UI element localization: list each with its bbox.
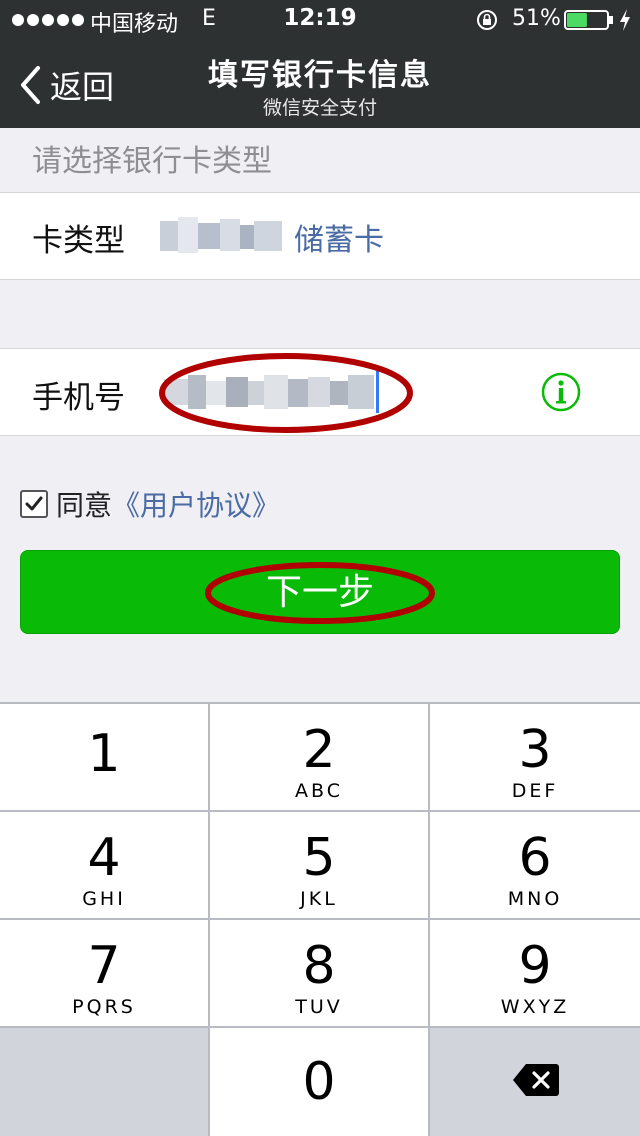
battery-percent: 51% xyxy=(512,6,561,31)
status-bar: 中国移动 E 12:19 51% xyxy=(0,0,640,40)
section-header: 请选择银行卡类型 xyxy=(32,144,272,179)
bank-name-redacted xyxy=(160,217,282,255)
page-subtitle: 微信安全支付 xyxy=(262,97,377,119)
page-title: 填写银行卡信息 xyxy=(208,58,432,93)
agreement-checkbox[interactable] xyxy=(20,490,48,518)
key-blank xyxy=(0,1028,208,1136)
key-8[interactable]: 8 TUV xyxy=(210,920,428,1026)
top-bar: 中国移动 E 12:19 51% 返回 填写银行卡信息 微信安全支付 xyxy=(0,0,640,128)
key-5[interactable]: 5 JKL xyxy=(210,812,428,918)
card-type-value: 储蓄卡 xyxy=(294,223,384,258)
card-type-label: 卡类型 xyxy=(32,223,125,259)
key-delete[interactable] xyxy=(430,1028,640,1136)
key-digit: 9 xyxy=(518,936,552,996)
agreement-prefix: 同意 xyxy=(56,489,113,522)
key-letters: JKL xyxy=(300,888,338,910)
key-2[interactable]: 2 ABC xyxy=(210,704,428,810)
phone-label: 手机号 xyxy=(32,380,125,416)
key-letters: PQRS xyxy=(72,996,136,1018)
numeric-keypad: 1 2 ABC 3 DEF 4 GHI 5 JKL 6 MNO 7 PQRS 8… xyxy=(0,702,640,1136)
key-digit: 2 xyxy=(302,720,336,780)
agreement-row: 同意 《用户协议》 xyxy=(20,484,280,524)
charging-bolt-icon xyxy=(620,9,630,31)
key-6[interactable]: 6 MNO xyxy=(430,812,640,918)
key-letters: DEF xyxy=(511,780,559,802)
key-digit: 8 xyxy=(302,936,336,996)
key-4[interactable]: 4 GHI xyxy=(0,812,208,918)
key-letters: GHI xyxy=(82,888,126,910)
key-digit: 3 xyxy=(518,720,552,780)
user-agreement-link[interactable]: 《用户协议》 xyxy=(112,484,280,524)
phone-number-redacted[interactable] xyxy=(164,375,380,409)
key-digit: 1 xyxy=(87,724,121,784)
card-type-row[interactable]: 卡类型 储蓄卡 xyxy=(0,192,640,280)
info-icon[interactable] xyxy=(540,371,582,413)
key-0[interactable]: 0 xyxy=(210,1028,428,1136)
key-letters: TUV xyxy=(295,996,343,1018)
key-7[interactable]: 7 PQRS xyxy=(0,920,208,1026)
key-3[interactable]: 3 DEF xyxy=(430,704,640,810)
backspace-icon xyxy=(513,1064,559,1096)
key-letters: ABC xyxy=(295,780,343,802)
battery-icon xyxy=(564,10,613,30)
rotation-lock-icon xyxy=(477,10,497,30)
phone-row[interactable]: 手机号 xyxy=(0,348,640,436)
key-9[interactable]: 9 WXYZ xyxy=(430,920,640,1026)
key-digit: 4 xyxy=(87,828,121,888)
checkmark-icon xyxy=(25,496,43,511)
key-letters: WXYZ xyxy=(500,996,570,1018)
key-digit: 6 xyxy=(518,828,552,888)
key-digit: 5 xyxy=(302,828,336,888)
key-digit: 0 xyxy=(302,1052,336,1112)
next-step-button[interactable]: 下一步 xyxy=(20,550,620,634)
key-letters: MNO xyxy=(507,888,563,910)
text-cursor xyxy=(376,371,379,413)
key-digit: 7 xyxy=(87,936,121,996)
key-1[interactable]: 1 xyxy=(0,704,208,810)
